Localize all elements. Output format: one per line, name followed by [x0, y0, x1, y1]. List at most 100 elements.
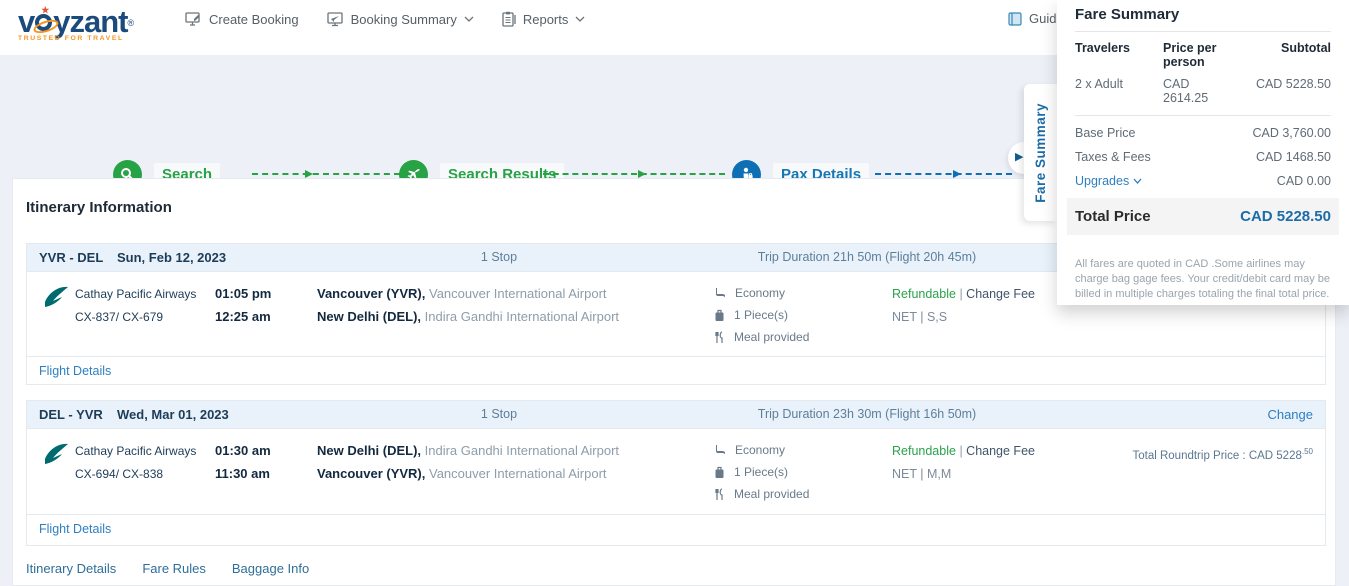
subtotal-cell: CAD 5228.50	[1236, 77, 1331, 105]
fare-summary-panel: Fare Summary Travelers Price per person …	[1057, 0, 1349, 305]
flight-numbers: CX-837/ CX-679	[75, 306, 196, 329]
chevron-down-icon	[1133, 178, 1142, 184]
flight-numbers: CX-694/ CX-838	[75, 463, 196, 486]
times-column: 01:30 am 11:30 am	[215, 439, 271, 485]
voyzant-logo[interactable]: vyzant® TRUSTED FOR TRAVEL	[18, 4, 136, 42]
cabin-class: Economy	[735, 443, 785, 457]
airline-column: Cathay Pacific Airways CX-837/ CX-679	[75, 283, 196, 329]
meal-icon	[714, 331, 725, 344]
fare-rules-link[interactable]: Fare Rules	[142, 561, 206, 576]
amenities-column: Economy 1 Piece(s) Meal provided	[714, 439, 809, 505]
guide-button[interactable]: Guide	[1008, 11, 1064, 26]
meal-service: Meal provided	[734, 487, 809, 501]
fare-summary-title: Fare Summary	[1075, 0, 1331, 23]
refundable-badge: Refundable	[892, 444, 956, 458]
col-header-subtotal: Subtotal	[1236, 41, 1331, 69]
segment-stops: 1 Stop	[399, 250, 599, 264]
cities-column: Vancouver (YVR), Vancouver International…	[317, 282, 619, 328]
flight-details-link[interactable]: Flight Details	[39, 522, 111, 536]
arrival-time: 12:25 am	[215, 305, 271, 328]
main-menu: Create Booking Booking Summary Reports	[185, 0, 585, 38]
departure-time: 01:05 pm	[215, 282, 271, 305]
meal-service: Meal provided	[734, 330, 809, 344]
segment-body: Cathay Pacific Airways CX-694/ CX-838 01…	[27, 428, 1325, 514]
fare-code: NET | M,M	[892, 463, 1035, 486]
create-booking-button[interactable]: Create Booking	[185, 12, 299, 27]
fare-summary-tab[interactable]: Fare Summary	[1024, 84, 1057, 221]
departure-airport: Vancouver International Airport	[425, 286, 606, 301]
triangle-right-icon: ▶	[1015, 150, 1023, 163]
airline-name: Cathay Pacific Airways	[75, 440, 196, 463]
arrival-city: Vancouver (YVR),	[317, 466, 425, 481]
booking-summary-label: Booking Summary	[351, 12, 457, 27]
booking-summary-menu[interactable]: Booking Summary	[327, 12, 474, 27]
guide-book-icon	[1008, 12, 1022, 26]
total-price-row: Total Price CAD 5228.50	[1067, 198, 1339, 235]
upgrades-value: CAD 0.00	[1277, 174, 1331, 188]
segment-route: YVR - DEL	[39, 250, 103, 265]
chevron-down-icon	[464, 16, 474, 22]
registered-mark: ®	[128, 18, 134, 28]
refundable-badge: Refundable	[892, 287, 956, 301]
change-fee-label: Change Fee	[966, 444, 1035, 458]
change-fee-label: Change Fee	[966, 287, 1035, 301]
change-flight-link[interactable]: Change	[1267, 407, 1313, 422]
booking-summary-icon	[327, 12, 344, 27]
luggage-icon	[714, 466, 725, 479]
airline-column: Cathay Pacific Airways CX-694/ CX-838	[75, 440, 196, 486]
segment-footer: Flight Details	[27, 514, 1325, 543]
travelers-cell: 2 x Adult	[1075, 77, 1163, 105]
fare-flags-column: Refundable | Change Fee NET | S,S	[892, 283, 1035, 329]
base-price-label: Base Price	[1075, 126, 1135, 140]
col-header-price-per-person: Price per person	[1163, 41, 1236, 69]
chevron-down-icon	[575, 16, 585, 22]
divider	[1075, 31, 1331, 32]
fare-code: NET | S,S	[892, 306, 1035, 329]
taxes-fees-label: Taxes & Fees	[1075, 150, 1151, 164]
price-per-person-cell: CAD 2614.25	[1163, 77, 1236, 105]
fare-breakdown: Base PriceCAD 3,760.00 Taxes & FeesCAD 1…	[1075, 115, 1331, 188]
departure-time: 01:30 am	[215, 439, 271, 462]
arrival-airport: Indira Gandhi International Airport	[421, 309, 619, 324]
cabin-class: Economy	[735, 286, 785, 300]
arrival-airport: Vancouver International Airport	[425, 466, 606, 481]
stepper-connector	[543, 173, 725, 175]
segment-duration: Trip Duration 23h 30m (Flight 16h 50m)	[667, 407, 1067, 421]
stepper-connector	[252, 173, 400, 175]
airline-name: Cathay Pacific Airways	[75, 283, 196, 306]
arrow-right-icon	[953, 170, 961, 178]
col-header-travelers: Travelers	[1075, 41, 1163, 69]
stepper-connector	[875, 173, 1012, 175]
logo-tagline: TRUSTED FOR TRAVEL	[18, 35, 136, 42]
globe-icon	[35, 14, 52, 31]
cathay-pacific-logo-icon	[41, 284, 71, 312]
reports-menu[interactable]: Reports	[502, 11, 586, 27]
itinerary-footer-links: Itinerary Details Fare Rules Baggage Inf…	[26, 561, 309, 576]
segment-date: Wed, Mar 01, 2023	[117, 407, 229, 422]
itinerary-title: Itinerary Information	[26, 199, 172, 216]
total-price-label: Total Price	[1075, 208, 1151, 225]
baggage-info-link[interactable]: Baggage Info	[232, 561, 309, 576]
flight-details-link[interactable]: Flight Details	[39, 364, 111, 378]
fare-flags-column: Refundable | Change Fee NET | M,M	[892, 440, 1035, 486]
seat-icon	[714, 444, 726, 456]
upgrades-toggle[interactable]: Upgrades	[1075, 174, 1142, 188]
fare-disclaimer: All fares are quoted in CAD .Some airlin…	[1075, 257, 1331, 302]
itinerary-details-link[interactable]: Itinerary Details	[26, 561, 116, 576]
create-booking-icon	[185, 12, 202, 27]
reports-label: Reports	[523, 12, 569, 27]
taxes-fees-value: CAD 1468.50	[1256, 150, 1331, 164]
segment-route: DEL - YVR	[39, 407, 103, 422]
cathay-pacific-logo-icon	[41, 441, 71, 469]
baggage-allowance: 1 Piece(s)	[734, 308, 788, 322]
luggage-icon	[714, 309, 725, 322]
arrival-time: 11:30 am	[215, 462, 271, 485]
segment-footer: Flight Details	[27, 356, 1325, 385]
departure-city: Vancouver (YVR),	[317, 286, 425, 301]
baggage-allowance: 1 Piece(s)	[734, 465, 788, 479]
segment-stops: 1 Stop	[399, 407, 599, 421]
total-roundtrip-price: Total Roundtrip Price : CAD 5228.50	[1132, 447, 1313, 462]
reports-icon	[502, 11, 516, 27]
segment-date: Sun, Feb 12, 2023	[117, 250, 226, 265]
segment-header: DEL - YVR Wed, Mar 01, 2023 1 Stop Trip …	[27, 401, 1325, 428]
